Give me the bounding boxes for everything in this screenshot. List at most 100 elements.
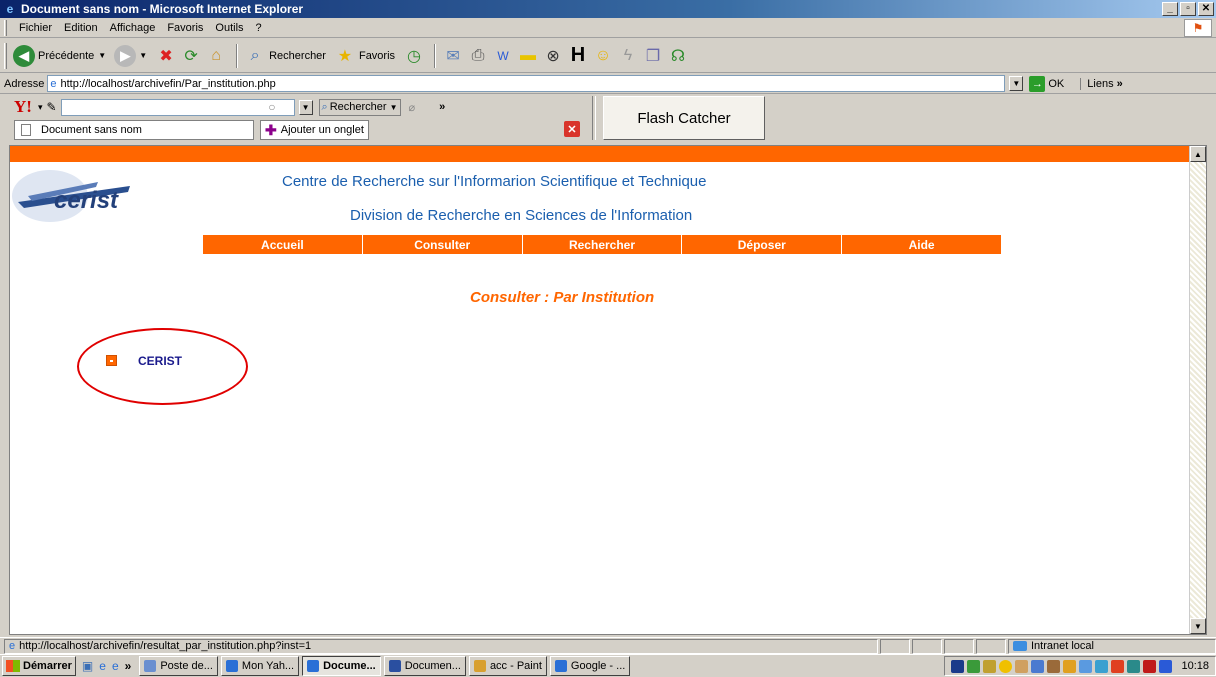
start-label: Démarrer: [23, 660, 72, 672]
task-poste[interactable]: Poste de...: [139, 656, 218, 676]
menu-affichage[interactable]: Affichage: [104, 22, 162, 34]
windows-logo-icon: ⚑: [1184, 19, 1212, 37]
links-button[interactable]: Liens »: [1080, 77, 1123, 90]
word-edit-icon[interactable]: W: [492, 45, 514, 67]
flash-catcher-button[interactable]: Flash Catcher: [603, 96, 765, 140]
language-icon[interactable]: [951, 659, 965, 673]
forward-button[interactable]: ▶ ▼: [114, 44, 147, 67]
back-button[interactable]: ◀ Précédente ▼: [13, 44, 106, 67]
favorites-button[interactable]: ★ Favoris: [334, 45, 395, 67]
mail-icon[interactable]: ✉: [442, 45, 464, 67]
plus-icon: ✚: [265, 121, 277, 138]
more-chevron[interactable]: »: [439, 101, 445, 113]
tray-icon[interactable]: [1063, 659, 1077, 673]
chevron-down-icon[interactable]: ▾: [38, 102, 43, 113]
close-button[interactable]: ✕: [1198, 2, 1214, 16]
messenger-close-icon[interactable]: ⊗: [542, 45, 564, 67]
ie-logo-icon: e: [6, 2, 14, 16]
toolbar-grip[interactable]: [4, 19, 7, 36]
address-dropdown[interactable]: ▼: [1009, 76, 1024, 91]
tray-icon[interactable]: [1095, 659, 1109, 673]
search-button[interactable]: ⌕ Rechercher: [244, 45, 326, 67]
status-cell: [912, 638, 942, 654]
nav-consulter[interactable]: Consulter: [363, 235, 523, 254]
lightning-icon[interactable]: [1111, 659, 1125, 673]
chevron-down-icon[interactable]: ▼: [98, 51, 106, 60]
yahoo-search-input[interactable]: ○: [60, 98, 295, 116]
task-google[interactable]: Google - ...: [549, 656, 631, 676]
page-heading: Centre de Recherche sur l'Informarion Sc…: [282, 173, 707, 190]
tray-icon[interactable]: [1159, 659, 1173, 673]
nav-rechercher[interactable]: Rechercher: [523, 235, 683, 254]
maximize-button[interactable]: ▫: [1180, 2, 1196, 16]
stop-icon[interactable]: ✖: [155, 45, 177, 67]
history-icon[interactable]: ◷: [403, 45, 425, 67]
smiley-icon[interactable]: [999, 659, 1013, 673]
task-paint[interactable]: acc - Paint: [468, 656, 547, 676]
task-document-active[interactable]: Docume...: [302, 656, 381, 676]
status-cell: [976, 638, 1006, 654]
search-icon: ⌕: [321, 100, 328, 113]
tray-icon[interactable]: [1127, 659, 1141, 673]
yahoo-search-button[interactable]: ⌕ Rechercher ▼: [318, 98, 401, 116]
nav-deposer[interactable]: Déposer: [682, 235, 843, 254]
go-button[interactable]: → OK: [1029, 75, 1064, 92]
tray-icon[interactable]: [1079, 659, 1093, 673]
chevron-down-icon[interactable]: ▼: [139, 51, 147, 60]
show-desktop-icon[interactable]: ▣: [82, 659, 93, 673]
toolbar-separator: [434, 43, 437, 68]
messenger-icon[interactable]: ☊: [667, 45, 689, 67]
lightning-icon[interactable]: ϟ: [617, 45, 639, 67]
menu-favoris[interactable]: Favoris: [161, 22, 209, 34]
chevron-down-icon: ▼: [389, 102, 398, 112]
nav-aide[interactable]: Aide: [842, 235, 1001, 254]
task-word[interactable]: Documen...: [383, 656, 466, 676]
print-icon[interactable]: ⎙: [467, 45, 489, 67]
refresh-icon[interactable]: ⟳: [180, 45, 202, 67]
eraser-icon[interactable]: ⌀: [409, 101, 416, 114]
window-controls: _ ▫ ✕: [1162, 2, 1214, 16]
h-icon[interactable]: H: [567, 44, 589, 67]
task-label: Mon Yah...: [241, 660, 295, 672]
menu-help[interactable]: ?: [250, 22, 268, 34]
tab-document[interactable]: Document sans nom: [14, 120, 254, 140]
more-chevron[interactable]: »: [125, 659, 132, 673]
highlight-circle: [77, 328, 248, 405]
taskbar: Démarrer ▣ e e » Poste de... Mon Yah... …: [0, 654, 1216, 677]
tray-icon[interactable]: [983, 659, 997, 673]
menu-outils[interactable]: Outils: [209, 22, 249, 34]
scroll-down-button[interactable]: ▼: [1190, 618, 1206, 634]
note-icon[interactable]: ▬: [517, 45, 539, 67]
ie-quicklaunch-icon[interactable]: e: [112, 659, 119, 673]
ie-quicklaunch-icon[interactable]: e: [99, 659, 106, 673]
yahoo-search-dropdown[interactable]: ▼: [298, 99, 313, 115]
add-tab-label: Ajouter un onglet: [280, 124, 364, 136]
home-icon[interactable]: ⌂: [205, 45, 227, 67]
research-icon[interactable]: ❐: [642, 45, 664, 67]
yahoo-logo-icon[interactable]: Y!: [14, 97, 32, 117]
tray-icon[interactable]: [1031, 659, 1045, 673]
tray-icon[interactable]: [1047, 659, 1061, 673]
vertical-scrollbar[interactable]: ▲ ▼: [1189, 146, 1206, 634]
menu-fichier[interactable]: Fichier: [13, 22, 58, 34]
yahoo-search-label: Rechercher: [329, 101, 387, 113]
yahoo-toolbar: Y! ▾ ✎ ○ ▼ ⌕ Rechercher ▼ ⌀ »: [0, 95, 600, 119]
tray-icon[interactable]: [1015, 659, 1029, 673]
menu-edition[interactable]: Edition: [58, 22, 104, 34]
gmail-icon[interactable]: [1143, 659, 1157, 673]
toolbar-grip[interactable]: [4, 42, 7, 69]
address-input[interactable]: e http://localhost/archivefin/Par_instit…: [47, 75, 1006, 92]
minimize-button[interactable]: _: [1162, 2, 1178, 16]
tray-icon[interactable]: [967, 659, 981, 673]
close-tab-icon[interactable]: ✕: [564, 121, 580, 137]
nav-accueil[interactable]: Accueil: [203, 235, 363, 254]
task-yahoo[interactable]: Mon Yah...: [220, 656, 300, 676]
add-tab-button[interactable]: ✚ Ajouter un onglet: [260, 120, 369, 140]
address-url: http://localhost/archivefin/Par_institut…: [60, 77, 276, 90]
pencil-icon[interactable]: ✎: [46, 100, 56, 114]
start-button[interactable]: Démarrer: [2, 656, 76, 676]
smiley-icon[interactable]: ☺: [592, 45, 614, 67]
standard-toolbar: ◀ Précédente ▼ ▶ ▼ ✖ ⟳ ⌂ ⌕ Rechercher ★ …: [0, 39, 1216, 73]
toolbar-separator: [236, 43, 239, 68]
scroll-up-button[interactable]: ▲: [1190, 146, 1206, 162]
